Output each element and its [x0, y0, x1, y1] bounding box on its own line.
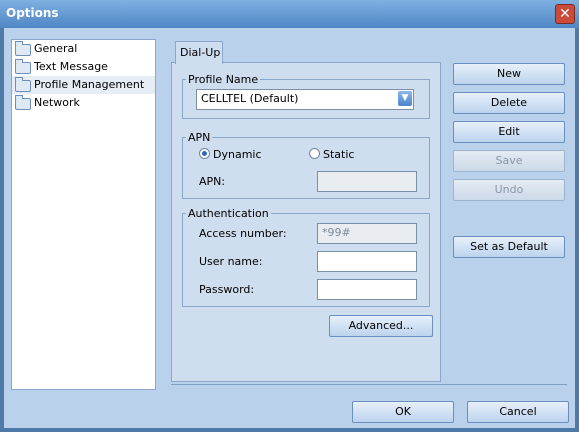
tab-label: Dial-Up [180, 46, 221, 59]
ok-button[interactable]: OK [352, 401, 454, 423]
apn-legend: APN [188, 131, 211, 144]
tree-item-general[interactable]: General [12, 40, 155, 58]
cancel-button[interactable]: Cancel [467, 401, 569, 423]
close-button[interactable]: ✕ [555, 4, 575, 24]
folder-icon [15, 95, 31, 110]
dial-up-panel: Profile Name CELLTEL (Default) ▼ APN Dyn… [171, 62, 441, 382]
static-radio[interactable]: Static [309, 148, 354, 161]
delete-button[interactable]: Delete [453, 92, 565, 114]
tree-item-profile-management[interactable]: Profile Management [12, 76, 155, 94]
dialog-client: General Text Message Profile Management … [4, 28, 575, 428]
advanced-button[interactable]: Advanced... [329, 315, 433, 337]
password-input[interactable] [317, 279, 417, 300]
save-button[interactable]: Save [453, 150, 565, 172]
profile-name-group: Profile Name CELLTEL (Default) ▼ [182, 73, 430, 119]
authentication-legend: Authentication [188, 207, 269, 220]
set-as-default-button[interactable]: Set as Default [453, 236, 565, 258]
dynamic-radio[interactable]: Dynamic [199, 148, 262, 161]
profile-name-legend: Profile Name [188, 73, 259, 86]
undo-button[interactable]: Undo [453, 179, 565, 201]
dynamic-label: Dynamic [213, 148, 262, 161]
tree-item-network[interactable]: Network [12, 94, 155, 112]
close-icon: ✕ [559, 6, 571, 22]
tree-item-label: Network [34, 96, 80, 109]
apn-group: APN Dynamic Static APN: [182, 131, 430, 199]
title-bar: Options ✕ [0, 0, 579, 28]
radio-unselected-icon [309, 148, 320, 159]
profile-select[interactable]: CELLTEL (Default) ▼ [196, 89, 414, 110]
tree-item-text-message[interactable]: Text Message [12, 58, 155, 76]
access-number-value: *99# [322, 226, 351, 239]
radio-selected-icon [199, 148, 210, 159]
tree-item-label: Profile Management [34, 78, 145, 91]
folder-open-icon [15, 77, 31, 92]
tree-item-label: General [34, 42, 78, 55]
user-name-label: User name: [199, 255, 263, 268]
new-button[interactable]: New [453, 63, 565, 85]
chevron-down-icon[interactable]: ▼ [398, 91, 412, 106]
folder-icon [15, 41, 31, 56]
user-name-input[interactable] [317, 251, 417, 272]
password-label: Password: [199, 283, 255, 296]
edit-button[interactable]: Edit [453, 121, 565, 143]
bottom-divider [171, 384, 567, 385]
access-number-label: Access number: [199, 227, 287, 240]
options-category-tree: General Text Message Profile Management … [11, 39, 156, 390]
apn-field-label: APN: [199, 175, 226, 188]
folder-icon [15, 59, 31, 74]
tree-item-label: Text Message [34, 60, 108, 73]
static-label: Static [323, 148, 355, 161]
profile-select-value: CELLTEL (Default) [201, 92, 299, 105]
tab-dial-up[interactable]: Dial-Up [175, 41, 223, 64]
access-number-input[interactable]: *99# [317, 223, 417, 244]
authentication-group: Authentication Access number: *99# User … [182, 207, 430, 307]
apn-input[interactable] [317, 171, 417, 192]
window-title: Options [6, 6, 59, 20]
